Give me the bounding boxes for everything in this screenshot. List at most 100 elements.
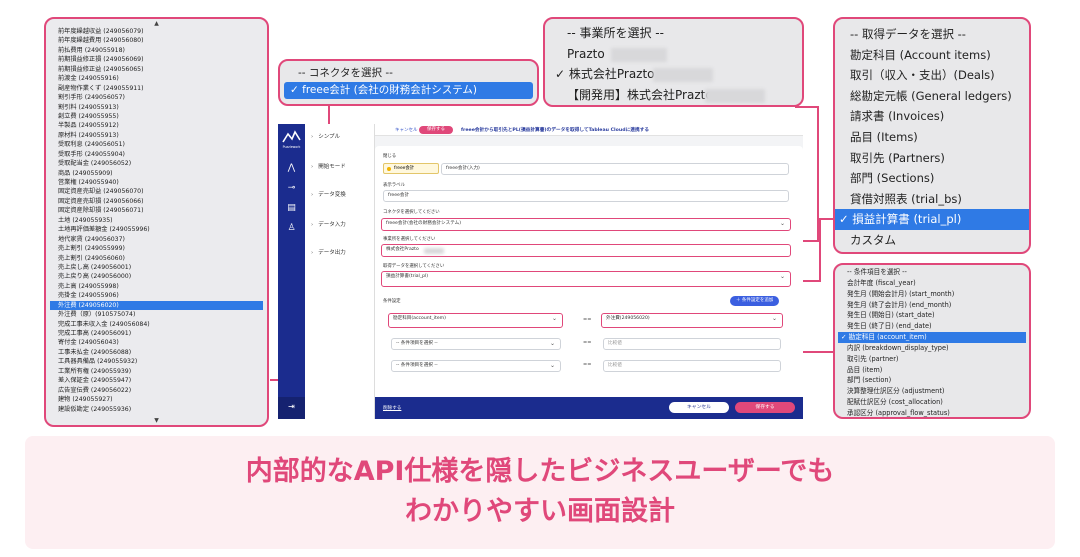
account-option[interactable]: 商品 (249055909) [56,169,267,178]
cancel-button[interactable]: キャンセル [669,402,729,413]
datatype-option[interactable]: 勘定科目 (Account items) [835,45,1029,66]
datatype-option[interactable]: 請求書 (Invoices) [835,106,1029,127]
account-option[interactable]: 建設仮勘定 (249055936) [56,405,267,414]
palette-item[interactable]: › シンプル [311,132,340,140]
condition-field-select[interactable]: -- 条件項目を選択 -- ⌄ [391,338,561,350]
condition-field-option[interactable]: 配賦仕訳区分 (cost_allocation) [835,397,1029,408]
account-option[interactable]: 割引料 (249055913) [56,103,267,112]
document-icon[interactable]: ▤ [285,202,298,214]
palette-item[interactable]: › データ出力 [311,248,346,256]
connector-selected-option[interactable]: ✓ freee会計 (会社の財務会計システム) [284,82,533,99]
condition-field-option[interactable]: 会計年度 (fiscal_year) [835,278,1029,289]
connector-icon[interactable]: ⊸ [285,182,298,194]
condition-field-option[interactable]: 決算整理仕訳区分 (adjustment) [835,386,1029,397]
account-option[interactable]: 外注費（原）(910575074) [56,310,267,319]
account-option[interactable]: 原材料 (249055913) [56,131,267,140]
delete-link[interactable]: 削除する [383,405,401,411]
office-option-selected[interactable]: ✓ 株式会社Prazto [545,64,802,85]
node-description-field[interactable]: freee会計(入力) [441,163,789,175]
palette-item[interactable]: › データ入力 [311,220,346,228]
account-option[interactable]: 前期損益修正益 (249056065) [56,65,267,74]
account-option[interactable]: 広告宣伝費 (249056022) [56,386,267,395]
account-option[interactable]: 副産物作業くず (249055911) [56,84,267,93]
palette-item[interactable]: › 開始モード [311,162,346,170]
datatype-option[interactable]: 総勘定元帳 (General ledgers) [835,86,1029,107]
office-option[interactable]: 【開発用】株式会社Prazto [545,85,802,106]
add-condition-button[interactable]: ＋ 条件設定を追加 [730,296,780,306]
account-option[interactable]: 土地再評価差額金 (249055996) [56,225,267,234]
account-option[interactable]: 受取配当金 (249056052) [56,159,267,168]
condition-field-option[interactable]: 発生月 (終了会計月) (end_month) [835,300,1029,311]
office-select[interactable]: 株式会社Prazto [381,244,791,257]
condition-field-option[interactable]: 部門 (section) [835,375,1029,386]
account-option[interactable]: 固定資産売却損 (249056066) [56,197,267,206]
datatype-option[interactable]: カスタム [835,230,1029,251]
account-option[interactable]: 売上割引 (249056060) [56,254,267,263]
account-option[interactable]: 工具器具備品 (249055932) [56,357,267,366]
account-option-selected[interactable]: 外注費 (249056020) [50,300,263,311]
account-option[interactable]: 売上高 (249055998) [56,282,267,291]
topbar-cancel-link[interactable]: キャンセル [395,127,418,133]
display-label-input[interactable]: freee会計 [383,190,789,202]
account-option[interactable]: 寄付金 (249056043) [56,338,267,347]
office-placeholder-option[interactable]: -- 事業所を選択 -- [545,23,802,44]
condition-value-input[interactable]: 比較値 [603,338,781,350]
user-icon[interactable]: ♙ [285,222,298,234]
scroll-up-arrow-icon[interactable]: ▲ [46,20,267,27]
account-option[interactable]: 半製品 (249055912) [56,121,267,130]
account-option[interactable]: 営業権 (249055940) [56,178,267,187]
datatype-option[interactable]: 品目 (Items) [835,127,1029,148]
condition-field-select[interactable]: -- 条件項目を選択 -- ⌄ [391,360,561,372]
scroll-down-arrow-icon[interactable]: ▼ [46,417,267,424]
account-option[interactable]: 売上戻し高 (249056001) [56,263,267,272]
flow-icon[interactable]: ⋀ [285,162,298,174]
datatype-option[interactable]: 貸借対照表 (trial_bs) [835,189,1029,210]
condition-field-option[interactable]: 発生日 (終了日) (end_date) [835,321,1029,332]
datatype-option[interactable]: 部門 (Sections) [835,168,1029,189]
account-option[interactable]: 固定資産売却益 (249056070) [56,187,267,196]
save-button[interactable]: 保存する [735,402,795,413]
account-option[interactable]: 前期損益修正損 (249056069) [56,55,267,64]
account-option[interactable]: 工業所有権 (249055939) [56,367,267,376]
account-option[interactable]: 完成工事高 (249056091) [56,329,267,338]
condition-field-select[interactable]: 勘定科目(account_item) ⌄ [388,313,563,328]
account-option[interactable]: 前年度繰越費用 (249056080) [56,36,267,45]
account-item-dropdown-list[interactable]: ▲ 前年度繰越収益 (249056079) 前年度繰越費用 (249056080)… [44,17,269,427]
condition-field-dropdown-list[interactable]: -- 条件項目を選択 -- 会計年度 (fiscal_year) 発生月 (開始会計… [833,263,1031,419]
condition-field-option[interactable]: 承認区分 (approval_flow_status) [835,408,1029,417]
office-option[interactable]: Prazto [545,44,802,65]
account-option[interactable]: 売掛金 (249055906) [56,291,267,300]
account-option[interactable]: 固定資産除却損 (249056071) [56,206,267,215]
condition-placeholder-option[interactable]: -- 条件項目を選択 -- [835,267,1029,278]
account-option[interactable]: 創立費 (249055955) [56,112,267,121]
office-dropdown-list[interactable]: -- 事業所を選択 -- Prazto ✓ 株式会社Prazto 【開発用】株式… [543,17,804,107]
datatype-dropdown-list[interactable]: -- 取得データを選択 -- 勘定科目 (Account items) 取引（収入・… [833,17,1031,254]
datatype-select[interactable]: 損益計算書(trial_pl) ⌄ [381,271,791,287]
datatype-placeholder-option[interactable]: -- 取得データを選択 -- [835,24,1029,45]
datatype-option[interactable]: 取引（収入・支出）(Deals) [835,65,1029,86]
connector-dropdown-list[interactable]: -- コネクタを選択 -- ✓ freee会計 (会社の財務会計システム) [278,59,539,106]
account-option[interactable]: 受取利息 (249056051) [56,140,267,149]
account-option[interactable]: 受取手形 (249055904) [56,150,267,159]
account-option[interactable]: 差入保証金 (249055947) [56,376,267,385]
condition-field-option[interactable]: 発生日 (開始日) (start_date) [835,310,1029,321]
account-option[interactable]: 建物 (249055927) [56,395,267,404]
datatype-option[interactable]: 取引先 (Partners) [835,148,1029,169]
topbar-save-button[interactable]: 保存する [419,126,453,134]
condition-field-option[interactable]: 品目 (item) [835,365,1029,376]
account-option[interactable]: 完成工事未収入金 (249056084) [56,320,267,329]
condition-value-input[interactable]: 比較値 [603,360,781,372]
datatype-option-selected[interactable]: ✓ 損益計算書 (trial_pl) [835,209,1029,230]
account-option[interactable]: 売上戻り高 (249056000) [56,272,267,281]
account-option[interactable]: 割引手形 (249056057) [56,93,267,102]
account-option[interactable]: 地代家賃 (249056037) [56,235,267,244]
account-option[interactable]: 工事未払金 (249056088) [56,348,267,357]
connector-select[interactable]: freee会計(会社の財務会計システム) ⌄ [381,218,791,231]
condition-field-option[interactable]: 内訳 (breakdown_display_type) [835,343,1029,354]
account-option[interactable]: 売上割引 (249055999) [56,244,267,253]
account-option[interactable]: 前年度繰越収益 (249056079) [56,27,267,36]
condition-field-option[interactable]: 取引先 (partner) [835,354,1029,365]
connector-placeholder-option[interactable]: -- コネクタを選択 -- [280,65,537,82]
condition-field-option[interactable]: 発生月 (開始会計月) (start_month) [835,289,1029,300]
close-link[interactable]: 閉じる [383,153,396,159]
